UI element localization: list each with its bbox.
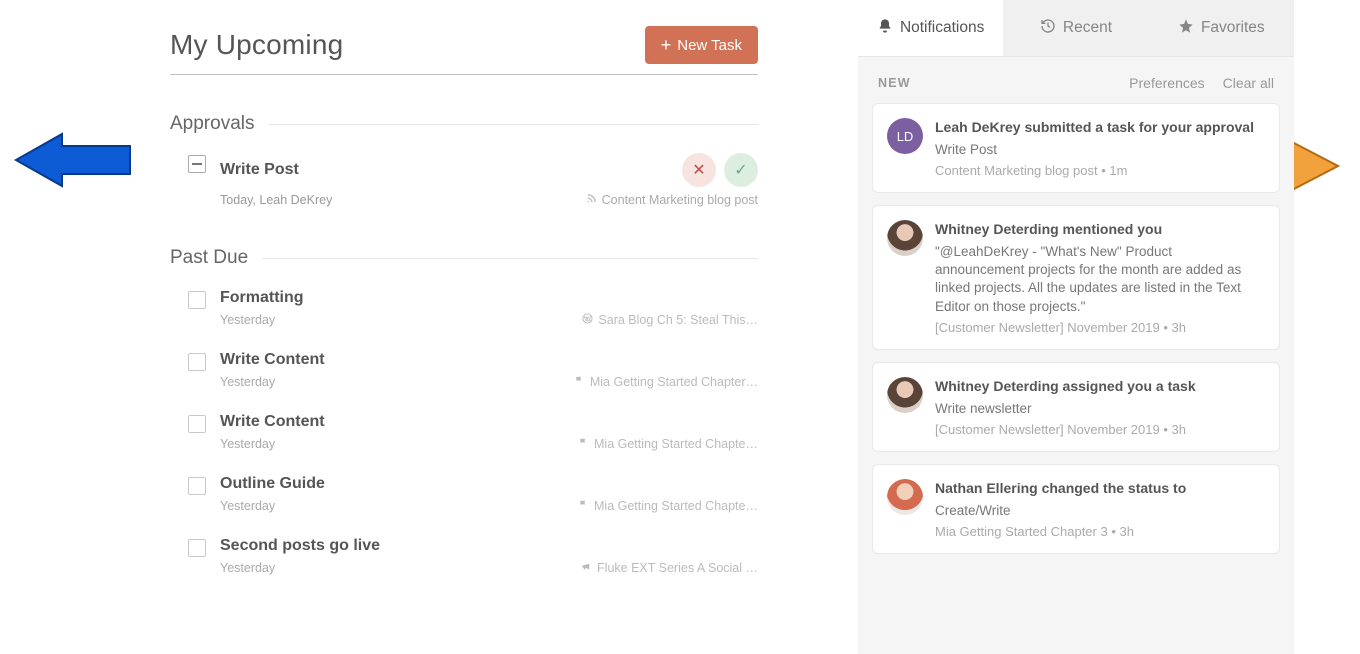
tab-recent[interactable]: Recent (1003, 0, 1148, 56)
check-icon: ✓ (734, 160, 747, 180)
new-task-label: New Task (677, 37, 742, 54)
bell-icon (877, 18, 893, 38)
avatar (887, 377, 923, 413)
notification-card[interactable]: Whitney Deterding mentioned you "@LeahDe… (872, 205, 1280, 350)
task-item[interactable]: Second posts go live Yesterday Fluke EXT… (170, 531, 758, 587)
tab-favorites[interactable]: Favorites (1149, 0, 1294, 56)
task-title: Outline Guide (220, 475, 758, 493)
notification-subtext: "@LeahDeKrey - "What's New" Product anno… (935, 243, 1265, 316)
avatar: LD (887, 118, 923, 154)
task-checkbox[interactable] (188, 415, 206, 433)
notification-title: Whitney Deterding mentioned you (935, 220, 1265, 239)
task-reference: Mia Getting Started Chapte… (594, 437, 758, 451)
tab-label: Favorites (1201, 19, 1265, 37)
task-reference: Mia Getting Started Chapte… (594, 499, 758, 513)
notification-card[interactable]: LD Leah DeKrey submitted a task for your… (872, 103, 1280, 193)
task-meta: Yesterday (220, 561, 275, 575)
megaphone-icon (581, 561, 592, 575)
notification-reference: Mia Getting Started Chapter 3 • 3h (935, 524, 1265, 539)
task-checkbox[interactable] (188, 477, 206, 495)
task-item[interactable]: Write Content Yesterday Mia Getting Star… (170, 407, 758, 463)
task-meta: Today, Leah DeKrey (220, 193, 332, 207)
task-title: Second posts go live (220, 537, 758, 555)
tab-label: Notifications (900, 19, 984, 37)
divider (262, 258, 758, 259)
notification-card[interactable]: Whitney Deterding assigned you a task Wr… (872, 362, 1280, 452)
task-reference: Content Marketing blog post (602, 193, 758, 207)
preferences-link[interactable]: Preferences (1129, 75, 1204, 91)
clear-all-link[interactable]: Clear all (1223, 75, 1274, 91)
star-icon (1178, 18, 1194, 38)
annotation-arrow-left (12, 132, 132, 188)
page-title: My Upcoming (170, 29, 343, 61)
history-icon (1040, 18, 1056, 38)
avatar (887, 220, 923, 256)
task-title: Write Content (220, 351, 758, 369)
approval-item[interactable]: Write Post ✕ ✓ Today, Leah DeKrey Con (170, 149, 758, 219)
task-item[interactable]: Write Content Yesterday Mia Getting Star… (170, 345, 758, 401)
task-item[interactable]: Formatting Yesterday Sara Blog Ch 5: Ste… (170, 283, 758, 339)
new-task-button[interactable]: + New Task (645, 26, 758, 64)
notification-subtext: Write Post (935, 141, 1265, 159)
section-title-approvals: Approvals (170, 113, 269, 135)
new-label: NEW (878, 76, 911, 90)
notification-reference: [Customer Newsletter] November 2019 • 3h (935, 422, 1265, 437)
notification-subtext: Write newsletter (935, 400, 1265, 418)
task-meta: Yesterday (220, 313, 275, 327)
notification-subtext: Create/Write (935, 502, 1265, 520)
avatar (887, 479, 923, 515)
flag-icon (578, 499, 589, 513)
task-checkbox[interactable] (188, 539, 206, 557)
side-panel: Notifications Recent Favorites NEW Prefe… (858, 0, 1294, 654)
notification-title: Nathan Ellering changed the status to (935, 479, 1265, 498)
notification-title: Leah DeKrey submitted a task for your ap… (935, 118, 1265, 137)
approve-button[interactable]: ✓ (724, 153, 758, 187)
flag-icon (574, 375, 585, 389)
task-checkbox[interactable] (188, 353, 206, 371)
task-checkbox[interactable] (188, 291, 206, 309)
notification-reference: Content Marketing blog post • 1m (935, 163, 1265, 178)
divider (269, 124, 759, 125)
collapse-icon[interactable] (188, 155, 206, 173)
reject-button[interactable]: ✕ (682, 153, 716, 187)
plus-icon: + (661, 36, 672, 54)
wordpress-icon (582, 313, 593, 327)
notification-reference: [Customer Newsletter] November 2019 • 3h (935, 320, 1265, 335)
task-reference: Sara Blog Ch 5: Steal This… (598, 313, 758, 327)
rss-icon (586, 193, 597, 207)
task-meta: Yesterday (220, 499, 275, 513)
task-reference: Mia Getting Started Chapter… (590, 375, 758, 389)
task-title: Formatting (220, 289, 758, 307)
notification-card[interactable]: Nathan Ellering changed the status to Cr… (872, 464, 1280, 554)
flag-icon (578, 437, 589, 451)
task-item[interactable]: Outline Guide Yesterday Mia Getting Star… (170, 469, 758, 525)
task-title: Write Content (220, 413, 758, 431)
task-reference: Fluke EXT Series A Social … (597, 561, 758, 575)
task-meta: Yesterday (220, 437, 275, 451)
tab-label: Recent (1063, 19, 1112, 37)
notification-title: Whitney Deterding assigned you a task (935, 377, 1265, 396)
x-icon: ✕ (692, 160, 705, 180)
tab-notifications[interactable]: Notifications (858, 0, 1003, 56)
task-meta: Yesterday (220, 375, 275, 389)
section-title-past-due: Past Due (170, 247, 262, 269)
task-title: Write Post (220, 161, 299, 179)
